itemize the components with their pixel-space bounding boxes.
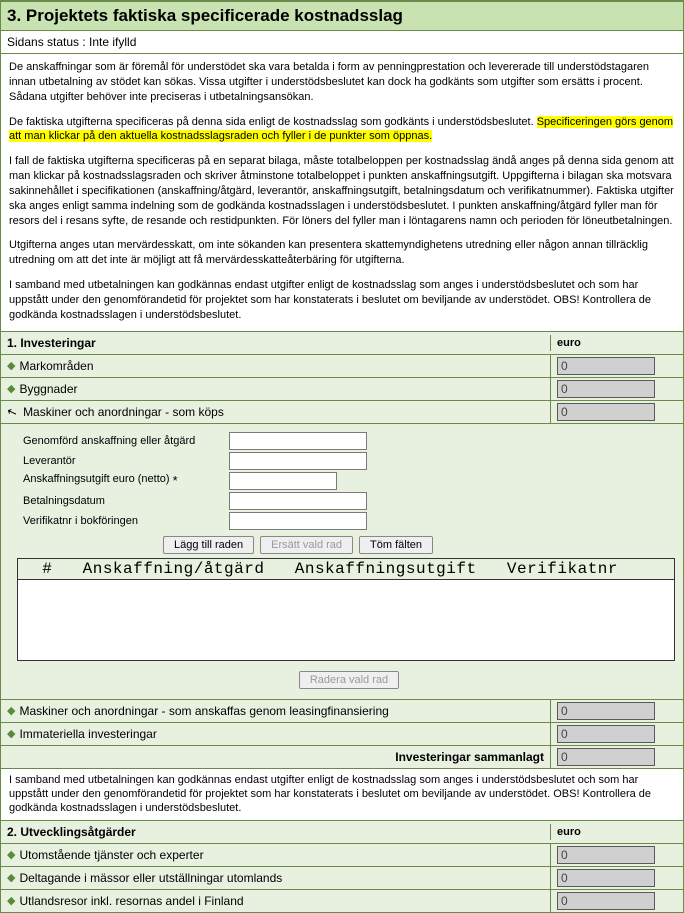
diamond-icon: ◆ [7, 894, 15, 907]
clear-fields-button[interactable]: Töm fälten [359, 536, 433, 554]
amount-output: 0 [557, 403, 655, 421]
diamond-icon: ◆ [7, 848, 15, 861]
amount-output: 0 [557, 748, 655, 766]
amount-output: 0 [557, 892, 655, 910]
input-anskaffning[interactable] [229, 432, 367, 450]
cost-row-massor[interactable]: ◆Deltagande i mässor eller utställningar… [1, 866, 683, 889]
label-utgift: Anskaffningsutgift euro (netto) * [23, 473, 223, 488]
amount-output: 0 [557, 357, 655, 375]
delete-row-button: Radera vald rad [299, 671, 399, 689]
cost-row-utlandsresor[interactable]: ◆Utlandsresor inkl. resornas andel i Fin… [1, 889, 683, 912]
note-between-groups: I samband med utbetalningen kan godkänna… [1, 768, 683, 820]
label-betalningsdatum: Betalningsdatum [23, 495, 223, 507]
cost-row-byggnader[interactable]: ◆Byggnader 0 [1, 377, 683, 400]
group2-header: 2. Utvecklingsåtgärder euro [1, 820, 683, 843]
amount-output: 0 [557, 702, 655, 720]
page-status: Sidans status : Inte ifylld [1, 31, 683, 54]
label-anskaffning: Genomförd anskaffning eller åtgärd [23, 435, 223, 447]
cost-row-immateriella[interactable]: ◆Immateriella investeringar 0 [1, 722, 683, 745]
cost-row-markomraden[interactable]: ◆Markområden 0 [1, 354, 683, 377]
amount-output: 0 [557, 380, 655, 398]
input-verifikatnr[interactable] [229, 512, 367, 530]
section-title: 3. Projektets faktiska specificerade kos… [1, 1, 683, 31]
cursor-icon: ↖ [5, 403, 19, 420]
label-verifikatnr: Verifikatnr i bokföringen [23, 515, 223, 527]
input-leverantor[interactable] [229, 452, 367, 470]
input-betalningsdatum[interactable] [229, 492, 367, 510]
input-utgift[interactable] [229, 472, 337, 490]
group1-sum-row: Investeringar sammanlagt 0 [1, 745, 683, 768]
amount-output: 0 [557, 725, 655, 743]
diamond-icon: ◆ [7, 871, 15, 884]
diamond-icon: ◆ [7, 704, 15, 717]
expanded-panel: Genomförd anskaffning eller åtgärd Lever… [1, 423, 683, 699]
cost-row-maskiner-leasing[interactable]: ◆Maskiner och anordningar - som anskaffa… [1, 699, 683, 722]
intro-text: De anskaffningar som är föremål för unde… [1, 54, 683, 331]
diamond-icon: ◆ [7, 727, 15, 740]
amount-output: 0 [557, 846, 655, 864]
cost-row-utomstaende[interactable]: ◆Utomstående tjänster och experter 0 [1, 843, 683, 866]
group1-header: 1. Investeringar euro [1, 331, 683, 354]
label-leverantor: Leverantör [23, 455, 223, 467]
diamond-icon: ◆ [7, 382, 15, 395]
amount-output: 0 [557, 869, 655, 887]
add-row-button[interactable]: Lägg till raden [163, 536, 254, 554]
list-header: # Anskaffning/åtgärd Anskaffningsutgift … [17, 558, 675, 579]
diamond-icon: ◆ [7, 359, 15, 372]
list-area[interactable] [17, 579, 675, 661]
cost-row-maskiner-kops[interactable]: ↖Maskiner och anordningar - som köps 0 [1, 400, 683, 423]
replace-row-button: Ersätt vald rad [260, 536, 353, 554]
